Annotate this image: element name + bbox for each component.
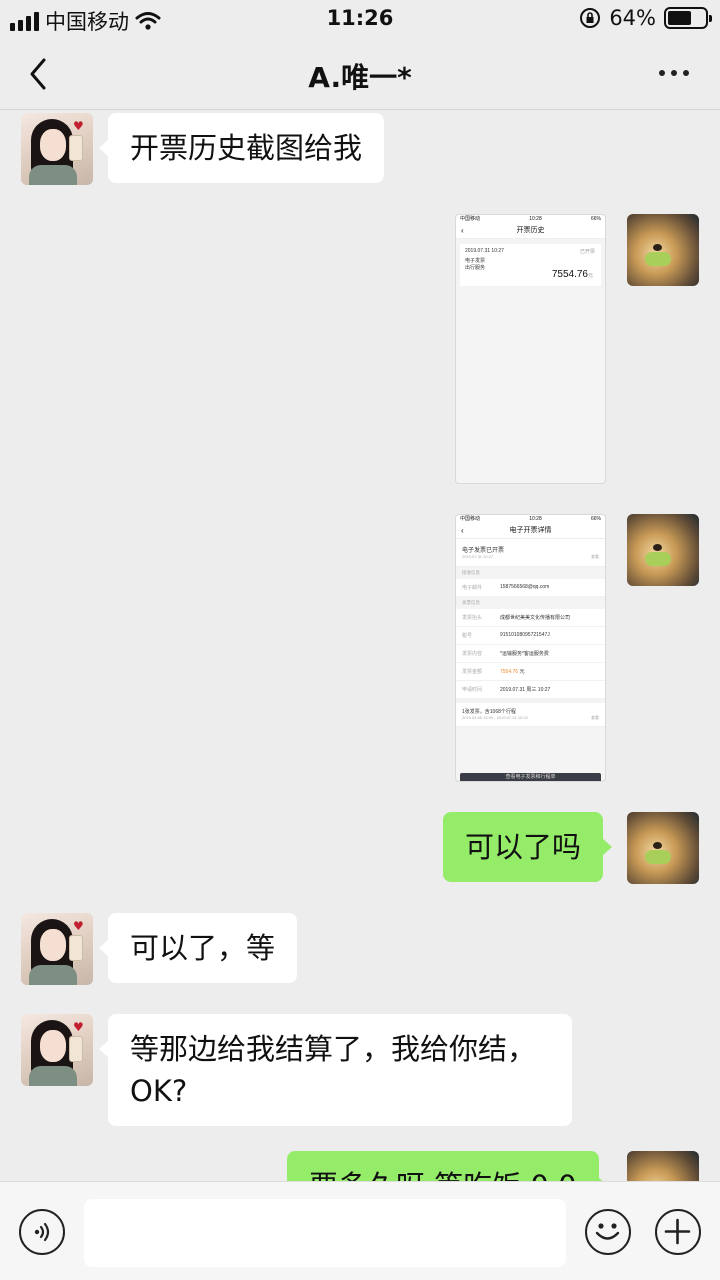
status-right: 64% — [579, 6, 712, 30]
message-input[interactable] — [84, 1199, 566, 1267]
contact-avatar[interactable]: ♥ — [21, 913, 93, 985]
shot-title: 开票历史 — [516, 227, 545, 234]
shot-view: 查看 — [591, 554, 599, 559]
my-avatar[interactable] — [627, 812, 699, 884]
shot-line1: 电子发票 — [465, 258, 486, 264]
emoji-icon — [595, 1223, 620, 1240]
my-avatar[interactable] — [627, 214, 699, 286]
shot-carrier: 中国移动 — [460, 216, 481, 222]
shot-battery: 66% — [590, 216, 601, 222]
chat-header: A.唯一* — [0, 38, 720, 110]
battery-percent: 64% — [609, 6, 656, 30]
back-icon[interactable] — [22, 54, 62, 94]
message-bubble-outgoing[interactable]: 要多久呀 等吃饭 0.0 — [287, 1151, 608, 1181]
voice-button[interactable] — [19, 1209, 65, 1255]
shot-date: 2019.07.31 10:27 — [465, 248, 504, 254]
shot-row-tax: 税号 91510108095721547J — [456, 627, 605, 645]
voice-icon — [34, 1222, 50, 1242]
chat-title: A.唯一* — [308, 61, 412, 94]
message-text: 要多久呀 等吃饭 0.0 — [309, 1169, 577, 1181]
shot-nav: ‹ 电子开票详情 — [456, 523, 605, 539]
shot-status-bar: 中国移动 10:28 66% — [456, 515, 605, 523]
shot-row-trips: 1张发票，含1068个行程 2019.04.05 15:09 - 2019.07… — [456, 703, 605, 727]
message-bubble-incoming[interactable]: 等那边给我结算了，我给你结， OK? — [99, 1014, 572, 1126]
emoji-button[interactable] — [585, 1209, 631, 1255]
shot-nav: ‹ 开票历史 — [456, 223, 605, 239]
shot-invoice-card: 2019.07.31 10:27 已开票 电子发票 出行服务 7554.76元 — [460, 244, 601, 286]
shot-row-amount: 发票金额 7554.76 元 — [456, 663, 605, 681]
shot-row-head: 发票抬头 成都世纪美美文化传播有限公司 — [456, 609, 605, 627]
shot-time: 10:28 — [529, 216, 542, 222]
message-text: 可以了，等 — [130, 931, 276, 965]
message-text-line: OK? — [130, 1074, 188, 1108]
message-bubble-incoming[interactable]: 开票历史截图给我 — [98, 113, 385, 183]
shot-row-apply: 申请时间 2019.07.31 周三 10:27 — [456, 681, 605, 699]
shot-state: 已开票 — [579, 249, 595, 255]
shot-status-time: 2019.07.31 10:27 — [462, 554, 494, 559]
my-avatar[interactable] — [627, 514, 699, 586]
rotation-lock-icon — [580, 8, 601, 28]
message-text: 开票历史截图给我 — [130, 131, 363, 165]
shot-section-receive: 接收信息 — [462, 570, 480, 575]
shot-unit: 元 — [587, 273, 593, 279]
shot-carrier: 中国移动 — [460, 516, 481, 522]
shot-status-bar: 中国移动 10:28 66% — [456, 215, 605, 223]
image-message-invoice-detail[interactable]: 中国移动 10:28 66% ‹ 电子开票详情 电子发票已开票 2019.07.… — [455, 514, 606, 782]
shot-row-content: 发票内容 *运输服务*客运服务费 — [456, 645, 605, 663]
contact-avatar[interactable]: ♥ — [21, 1014, 93, 1086]
shot-back-icon: ‹ — [461, 226, 464, 235]
shot-battery: 66% — [590, 516, 601, 522]
message-list[interactable]: ♥ 开票历史截图给我 中国移动 10:28 66% ‹ 开票历史 2019.07… — [0, 111, 720, 1181]
battery-icon — [664, 7, 712, 29]
shot-section-invoice: 发票信息 — [462, 600, 480, 605]
shot-status-row: 电子发票已开票 2019.07.31 10:27 查看 — [456, 539, 605, 567]
shot-status: 电子发票已开票 — [462, 548, 505, 554]
shot-amount: 7554.76 — [551, 269, 588, 280]
plus-icon — [664, 1218, 691, 1245]
message-text: 可以了吗 — [465, 830, 582, 864]
more-icon[interactable] — [654, 58, 694, 88]
message-text-line: 等那边给我结算了，我给你结， — [130, 1032, 537, 1066]
status-bar: 中国移动 11:26 64% — [0, 0, 720, 38]
my-avatar[interactable] — [627, 1151, 699, 1181]
battery-fill — [668, 11, 692, 25]
input-bar — [0, 1181, 720, 1280]
image-message-invoice-history[interactable]: 中国移动 10:28 66% ‹ 开票历史 2019.07.31 10:27 已开… — [455, 214, 606, 484]
more-functions-button[interactable] — [655, 1209, 701, 1255]
shot-title: 电子开票详情 — [509, 527, 552, 534]
message-bubble-outgoing[interactable]: 可以了吗 — [443, 812, 613, 882]
message-bubble-incoming[interactable]: 可以了，等 — [98, 913, 298, 983]
shot-bottom-button: 查看电子发票和行程单 — [460, 773, 601, 781]
contact-avatar[interactable]: ♥ — [21, 113, 93, 185]
shot-back-icon: ‹ — [461, 526, 464, 535]
shot-row-email: 电子邮件 1587566568@qq.com — [456, 579, 605, 597]
shot-time: 10:28 — [529, 516, 542, 522]
